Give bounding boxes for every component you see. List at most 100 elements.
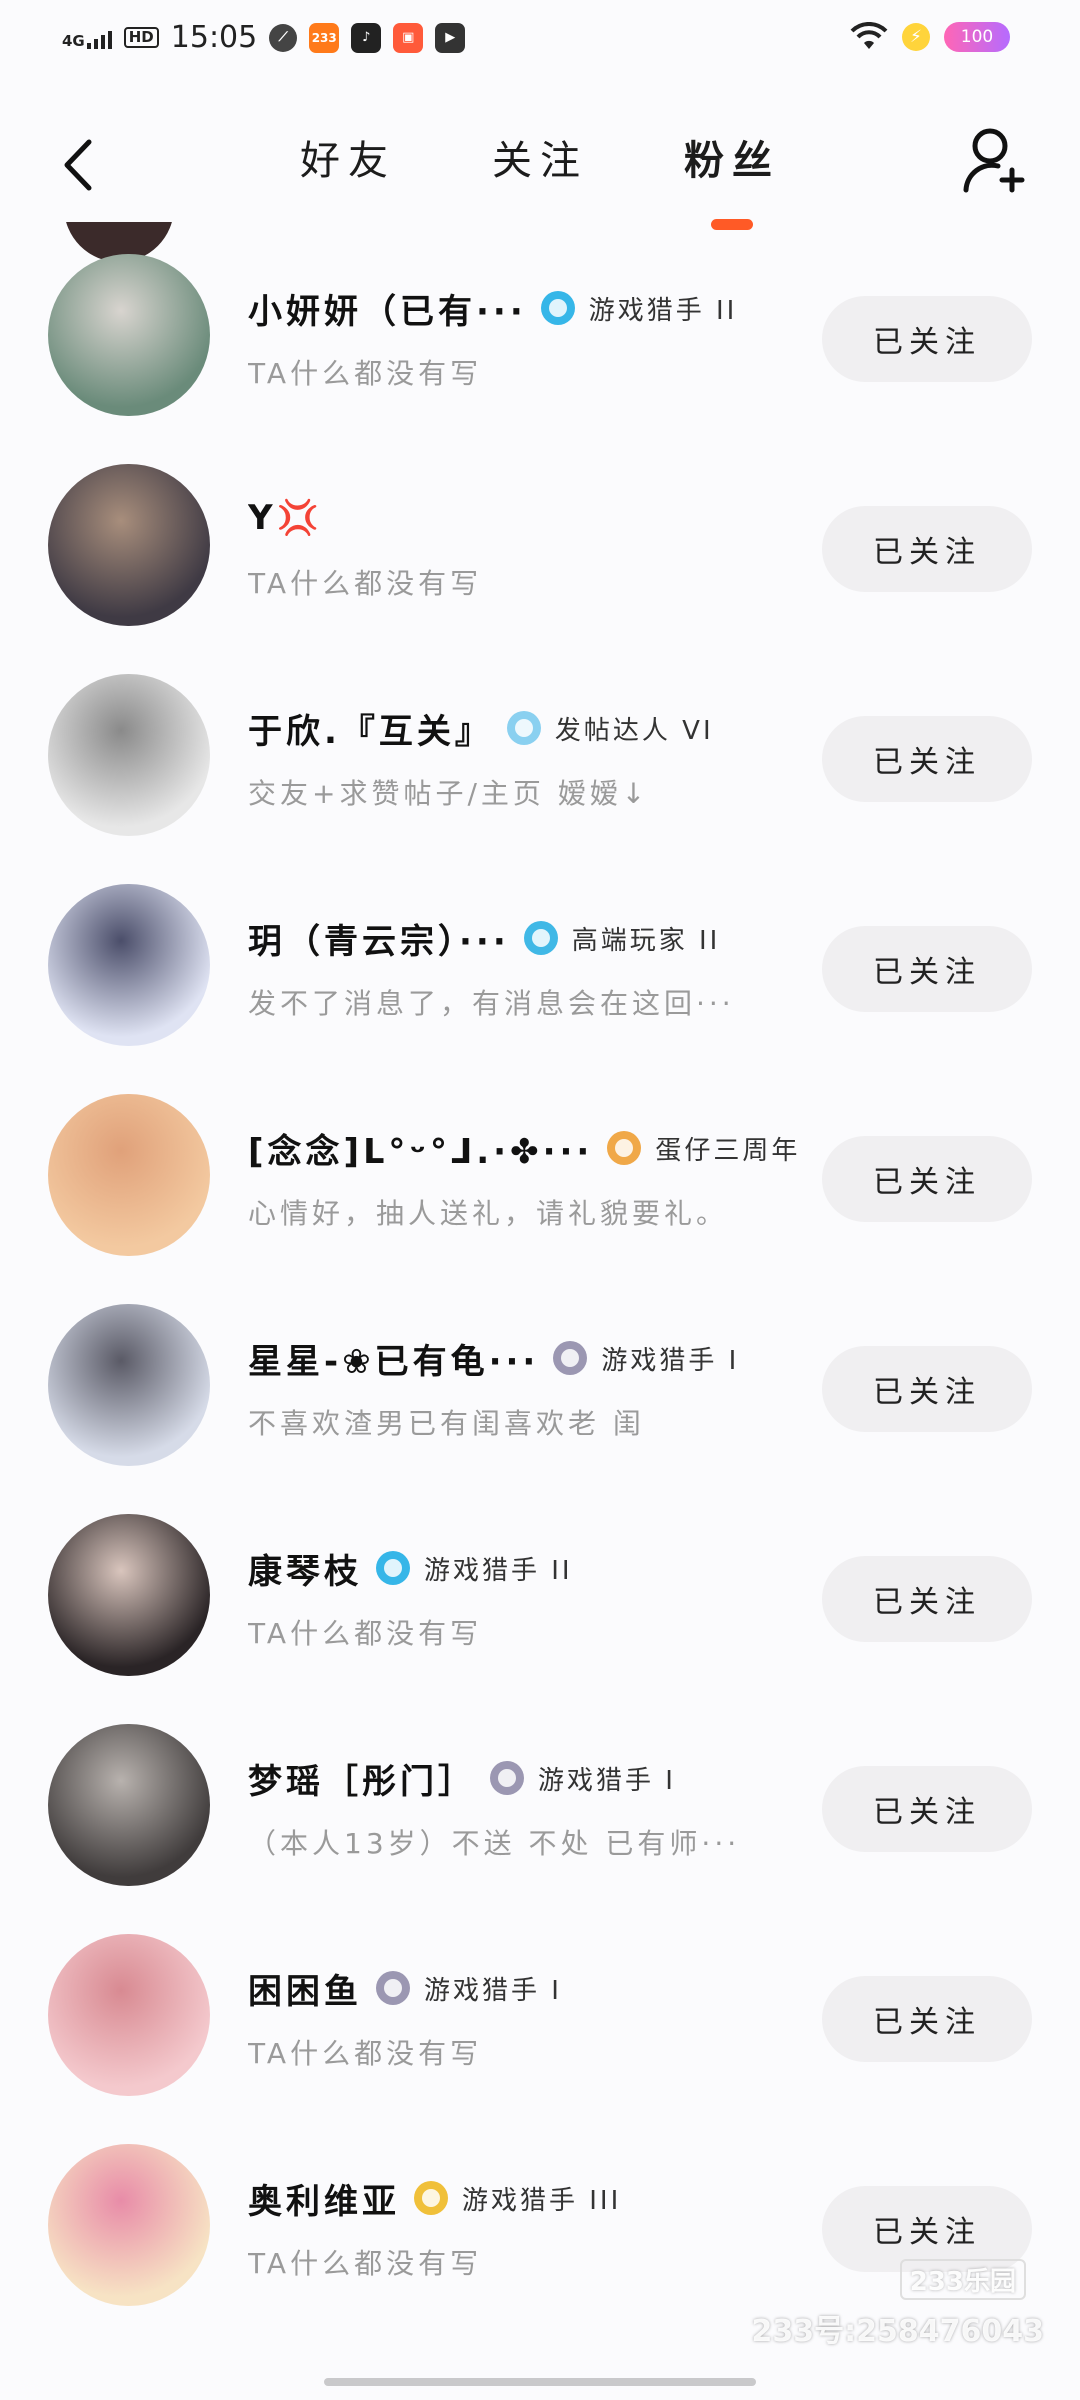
- user-bio: 发不了消息了，有消息会在这回···: [248, 987, 735, 1020]
- user-info: 玥（青云宗）··· 高端玩家 II 发不了消息了，有消息会在这回···: [248, 916, 818, 1022]
- user-name: 玥（青云宗）···: [248, 921, 510, 961]
- app-233-icon: 233: [309, 22, 340, 53]
- name-line: 小妍妍（已有··· 游戏猎手 II: [248, 286, 818, 330]
- cellular-signal-icon: 4G: [62, 27, 112, 49]
- list-item[interactable]: 康琴枝 游戏猎手 II TA什么都没有写 已关注: [0, 1442, 1080, 1676]
- tab-following[interactable]: 关注: [490, 128, 590, 186]
- user-badge: 高端玩家 II: [571, 925, 721, 956]
- user-bio: 交友+求赞帖子/主页 嫒嫒↓: [248, 777, 650, 810]
- user-bio: TA什么都没有写: [248, 2247, 483, 2280]
- user-badge: 游戏猎手 I: [538, 1765, 676, 1796]
- user-bio: 不喜欢渣男已有闺喜欢老 闺: [248, 1407, 645, 1440]
- following-button[interactable]: 已关注: [822, 1346, 1032, 1432]
- user-name: 困困鱼: [248, 1971, 362, 2011]
- user-bio: TA什么都没有写: [248, 1617, 483, 1650]
- user-badge: 蛋仔三周年: [655, 1135, 801, 1166]
- tab-fans[interactable]: 粉丝: [682, 128, 782, 230]
- user-name: 康琴枝: [248, 1551, 362, 1591]
- badge-icon: [553, 1341, 588, 1375]
- video-app-icon: ▶: [435, 22, 466, 53]
- name-line: 康琴枝 游戏猎手 II: [248, 1546, 818, 1590]
- list-item[interactable]: 星星-❀已有龟··· 游戏猎手 I 不喜欢渣男已有闺喜欢老 闺 已关注: [0, 1232, 1080, 1466]
- list-item[interactable]: 奥利维亚 游戏猎手 III TA什么都没有写 已关注: [0, 2072, 1080, 2306]
- following-button[interactable]: 已关注: [822, 716, 1032, 802]
- clock: 15:05: [170, 20, 258, 55]
- user-name: Y💢: [248, 498, 323, 538]
- user-badge: 游戏猎手 I: [601, 1345, 740, 1376]
- user-bio: 心情好，抽人送礼，请礼貌要礼。: [248, 1197, 729, 1230]
- fans-list: 小妍妍（已有··· 游戏猎手 II TA什么都没有写 已关注 Y💢 TA什么都没有写 已关注…: [0, 222, 1080, 2382]
- following-button[interactable]: 已关注: [822, 1766, 1032, 1852]
- following-button[interactable]: 已关注: [822, 296, 1032, 382]
- badge-icon: [523, 921, 558, 955]
- badge-icon: [506, 711, 541, 745]
- add-user-icon: [963, 128, 1025, 193]
- list-item[interactable]: 玥（青云宗）··· 高端玩家 II 发不了消息了，有消息会在这回··· 已关注: [0, 812, 1080, 1046]
- following-button[interactable]: 已关注: [822, 1976, 1032, 2062]
- user-info: Y💢 TA什么都没有写: [248, 496, 818, 602]
- badge-icon: [376, 1971, 410, 2005]
- user-info: 梦瑶［彤门］ 游戏猎手 I （本人13岁）不送 不处 已有师···: [248, 1756, 818, 1862]
- hd-icon: HD: [123, 27, 159, 48]
- badge-icon: [414, 2181, 448, 2215]
- following-button[interactable]: 已关注: [822, 1136, 1032, 1222]
- power-saving-icon: ⚡: [902, 23, 930, 51]
- add-friend-button[interactable]: [960, 124, 1030, 196]
- name-line: 奥利维亚 游戏猎手 III: [248, 2176, 818, 2220]
- user-badge: 游戏猎手 I: [424, 1975, 562, 2006]
- network-type: 4G: [62, 31, 85, 50]
- following-button[interactable]: 已关注: [822, 1556, 1032, 1642]
- shopping-app-icon: ▣: [393, 22, 424, 53]
- tiktok-icon: ♪: [351, 22, 382, 53]
- user-name: 梦瑶［彤门］: [248, 1761, 476, 1801]
- home-indicator[interactable]: [324, 2378, 756, 2386]
- user-name: 星星-❀已有龟···: [248, 1341, 540, 1381]
- user-name: 于欣.『互关』: [248, 711, 493, 751]
- status-left: 4G HD 15:05 ⟋ 233 ♪ ▣ ▶: [62, 20, 466, 55]
- list-item[interactable]: 梦瑶［彤门］ 游戏猎手 I （本人13岁）不送 不处 已有师··· 已关注: [0, 1652, 1080, 1886]
- app-notification-icon: ⟋: [269, 23, 298, 52]
- user-info: 小妍妍（已有··· 游戏猎手 II TA什么都没有写: [248, 286, 818, 392]
- list-item[interactable]: 小妍妍（已有··· 游戏猎手 II TA什么都没有写 已关注: [0, 222, 1080, 416]
- list-item[interactable]: Y💢 TA什么都没有写 已关注: [0, 392, 1080, 626]
- badge-icon: [490, 1761, 524, 1795]
- following-button[interactable]: 已关注: [822, 506, 1032, 592]
- user-info: 困困鱼 游戏猎手 I TA什么都没有写: [248, 1966, 818, 2072]
- top-nav-bar: 好友 关注 粉丝: [0, 100, 1080, 240]
- name-line: [念念]ᒪ°ᵕ°ᒧ.·✤··· 蛋仔三周年: [248, 1126, 818, 1170]
- watermark-account: 233号:258476043: [751, 2314, 1045, 2349]
- user-badge: 游戏猎手 III: [462, 2185, 622, 2216]
- list-item[interactable]: 于欣.『互关』 发帖达人 VI 交友+求赞帖子/主页 嫒嫒↓ 已关注: [0, 602, 1080, 836]
- user-info: 奥利维亚 游戏猎手 III TA什么都没有写: [248, 2176, 818, 2282]
- wifi-icon: [850, 22, 888, 49]
- user-bio: TA什么都没有写: [248, 567, 483, 600]
- name-line: 梦瑶［彤门］ 游戏猎手 I: [248, 1756, 818, 1800]
- user-bio: TA什么都没有写: [248, 357, 483, 390]
- user-name: 奥利维亚: [248, 2181, 400, 2221]
- name-line: 星星-❀已有龟··· 游戏猎手 I: [248, 1336, 818, 1380]
- user-info: [念念]ᒪ°ᵕ°ᒧ.·✤··· 蛋仔三周年心情好，抽人送礼，请礼貌要礼。: [248, 1126, 818, 1232]
- name-line: Y💢: [248, 496, 818, 540]
- status-bar: 4G HD 15:05 ⟋ 233 ♪ ▣ ▶ ⚡ 100: [0, 0, 1080, 90]
- user-bio: TA什么都没有写: [248, 2037, 483, 2070]
- user-badge: 发帖达人 VI: [554, 715, 714, 746]
- tab-friends[interactable]: 好友: [298, 128, 398, 186]
- name-line: 困困鱼 游戏猎手 I: [248, 1966, 818, 2010]
- user-info: 于欣.『互关』 发帖达人 VI 交友+求赞帖子/主页 嫒嫒↓: [248, 706, 818, 812]
- list-item[interactable]: 困困鱼 游戏猎手 I TA什么都没有写 已关注: [0, 1862, 1080, 2096]
- badge-icon: [376, 1551, 410, 1585]
- relationship-tabs: 好友 关注 粉丝: [0, 128, 1080, 230]
- battery-indicator: 100: [944, 22, 1010, 52]
- avatar[interactable]: [48, 2144, 210, 2306]
- user-badge: 游戏猎手 II: [588, 295, 738, 326]
- user-info: 康琴枝 游戏猎手 II TA什么都没有写: [248, 1546, 818, 1652]
- watermark-logo: 233乐园: [899, 2259, 1026, 2300]
- user-name: [念念]ᒪ°ᵕ°ᒧ.·✤···: [248, 1131, 594, 1171]
- badge-icon: [607, 1131, 642, 1165]
- badge-icon: [540, 291, 575, 325]
- following-button[interactable]: 已关注: [822, 926, 1032, 1012]
- user-badge: 游戏猎手 II: [424, 1555, 573, 1586]
- list-item[interactable]: [念念]ᒪ°ᵕ°ᒧ.·✤··· 蛋仔三周年心情好，抽人送礼，请礼貌要礼。 已关注: [0, 1022, 1080, 1256]
- user-bio: （本人13岁）不送 不处 已有师···: [248, 1827, 741, 1860]
- status-right: ⚡ 100: [850, 22, 1010, 52]
